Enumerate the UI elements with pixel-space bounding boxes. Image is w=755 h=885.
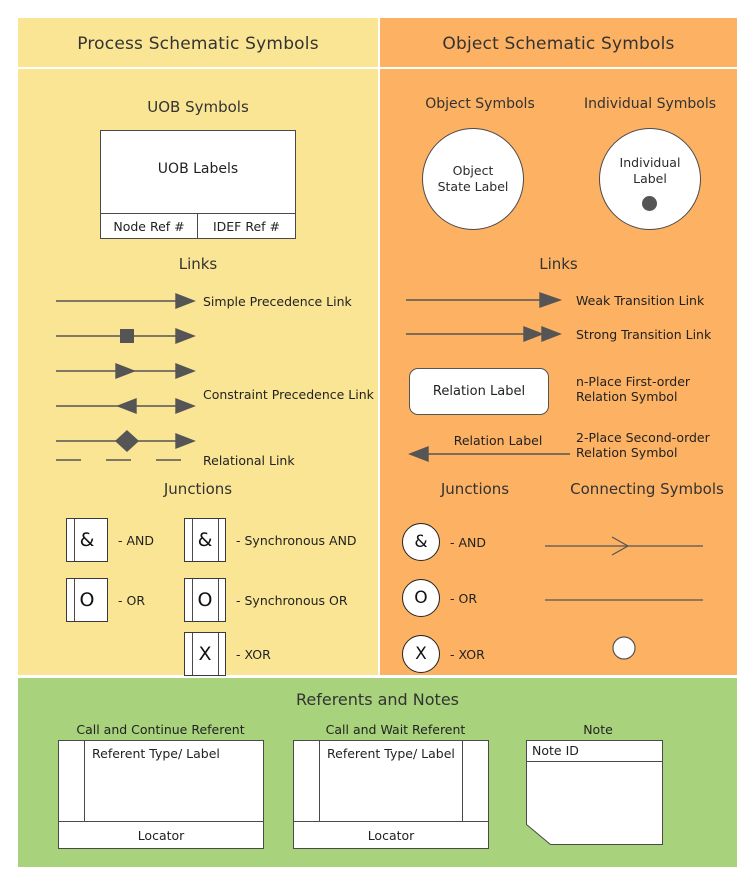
connecting-symbol-icons: [545, 536, 703, 660]
referents-panel-title: Referents and Notes: [295, 690, 460, 709]
strong-transition-link-label: Strong Transition Link: [576, 327, 712, 342]
junction-and-box: &: [66, 518, 108, 562]
object-junction-and-glyph: &: [414, 532, 428, 552]
n-place-relation-label: n-Place First-order Relation Symbol: [576, 374, 691, 404]
uob-symbols-title: UOB Symbols: [147, 98, 249, 116]
uob-main-label: UOB Labels: [157, 161, 239, 177]
junction-sync-and-bar-right: [218, 519, 219, 561]
connecting-symbols-title: Connecting Symbols: [570, 480, 724, 498]
junction-sync-or-bar-right: [218, 579, 219, 621]
object-junction-or-label: - OR: [450, 591, 478, 606]
call-continue-footer-label: Locator: [137, 828, 185, 843]
object-link-icons: [406, 292, 563, 343]
object-junction-xor-circle: X: [402, 635, 440, 673]
uob-node-ref-cell: Node Ref #: [100, 213, 198, 239]
individual-symbols-title: Individual Symbols: [583, 96, 717, 112]
junction-xor-label: - XOR: [236, 647, 271, 662]
process-link-icons: [56, 292, 196, 452]
object-state-circle: Object State Label: [422, 128, 524, 230]
call-wait-footer-label: Locator: [367, 828, 415, 843]
junction-xor-box: X: [184, 632, 226, 676]
process-junctions-title: Junctions: [163, 480, 233, 498]
process-panel-title: Process Schematic Symbols: [77, 33, 319, 54]
call-continue-caption: Call and Continue Referent: [76, 722, 245, 737]
junction-and-bar-left: [74, 519, 75, 561]
call-wait-footer-box: Locator: [293, 821, 489, 849]
junction-sync-and-glyph: &: [197, 529, 213, 551]
junction-and-label: - AND: [118, 533, 155, 548]
call-wait-caption: Call and Wait Referent: [325, 722, 466, 737]
relation-box-label: Relation Label: [432, 384, 526, 399]
object-panel-header: Object Schematic Symbols: [380, 18, 737, 69]
junction-sync-and-bar-left: [192, 519, 193, 561]
header-divider: [380, 67, 737, 69]
call-continue-footer-box: Locator: [58, 821, 264, 849]
object-junction-or-glyph: O: [414, 588, 428, 608]
note-id-label: Note ID: [532, 743, 579, 758]
object-links-title: Links: [539, 255, 578, 273]
object-state-label: Object State Label: [437, 163, 509, 194]
junction-sync-or-label: - Synchronous OR: [236, 593, 348, 608]
junction-or-box: O: [66, 578, 108, 622]
junction-sync-and-box: &: [184, 518, 226, 562]
call-continue-divider-left: [84, 741, 85, 821]
object-junction-and-label: - AND: [450, 535, 487, 550]
individual-dot-icon: [642, 196, 657, 211]
junction-and-glyph: &: [79, 529, 95, 551]
junction-or-bar-left: [74, 579, 75, 621]
second-order-relation-line: [408, 445, 570, 463]
object-junction-xor-label: - XOR: [450, 647, 485, 662]
individual-label: Individual Label: [619, 155, 681, 186]
uob-idef-ref-cell: IDEF Ref #: [197, 213, 296, 239]
junction-xor-bar-left: [192, 633, 193, 675]
process-panel-header: Process Schematic Symbols: [18, 18, 378, 69]
relational-dashed-line: [56, 459, 181, 461]
object-panel-title: Object Schematic Symbols: [442, 33, 675, 54]
object-junction-xor-glyph: X: [415, 644, 427, 664]
weak-transition-link-label: Weak Transition Link: [576, 293, 705, 308]
open-circle: [612, 636, 636, 660]
relation-box: Relation Label: [409, 368, 549, 415]
call-continue-body-label: Referent Type/ Label: [92, 746, 220, 761]
second-order-relation-label: 2-Place Second-order Relation Symbol: [576, 430, 710, 460]
junction-sync-or-glyph: O: [197, 589, 213, 611]
process-schematic-panel: Process Schematic Symbols UOB Symbols UO…: [18, 18, 378, 676]
constraint-precedence-link-label: Constraint Precedence Link: [203, 387, 374, 402]
uob-idef-ref-label: IDEF Ref #: [212, 219, 281, 234]
junction-sync-or-bar-left: [192, 579, 193, 621]
referents-notes-panel: Referents and Notes Call and Continue Re…: [18, 678, 737, 867]
junction-sync-or-box: O: [184, 578, 226, 622]
call-wait-divider-left: [319, 741, 320, 821]
object-junction-or-circle: O: [402, 579, 440, 617]
junction-or-glyph: O: [79, 589, 95, 611]
individual-circle: Individual Label: [599, 128, 701, 230]
junction-xor-bar-right: [218, 633, 219, 675]
call-wait-body-label: Referent Type/ Label: [327, 746, 455, 761]
uob-main-box: UOB Labels: [100, 130, 296, 214]
junction-sync-and-label: - Synchronous AND: [236, 533, 357, 548]
junction-or-label: - OR: [118, 593, 146, 608]
uob-node-ref-label: Node Ref #: [113, 219, 185, 234]
relational-link-label: Relational Link: [203, 453, 295, 468]
call-wait-divider-right: [462, 741, 463, 821]
object-schematic-panel: Object Schematic Symbols Object Symbols …: [380, 18, 737, 675]
object-junction-and-circle: &: [402, 523, 440, 561]
simple-precedence-link-label: Simple Precedence Link: [203, 294, 352, 309]
note-caption: Note: [583, 722, 613, 737]
object-junctions-title: Junctions: [440, 480, 510, 498]
junction-xor-glyph: X: [198, 643, 212, 665]
header-divider: [18, 67, 378, 69]
object-symbols-title: Object Symbols: [425, 96, 535, 112]
process-links-title: Links: [178, 255, 218, 273]
